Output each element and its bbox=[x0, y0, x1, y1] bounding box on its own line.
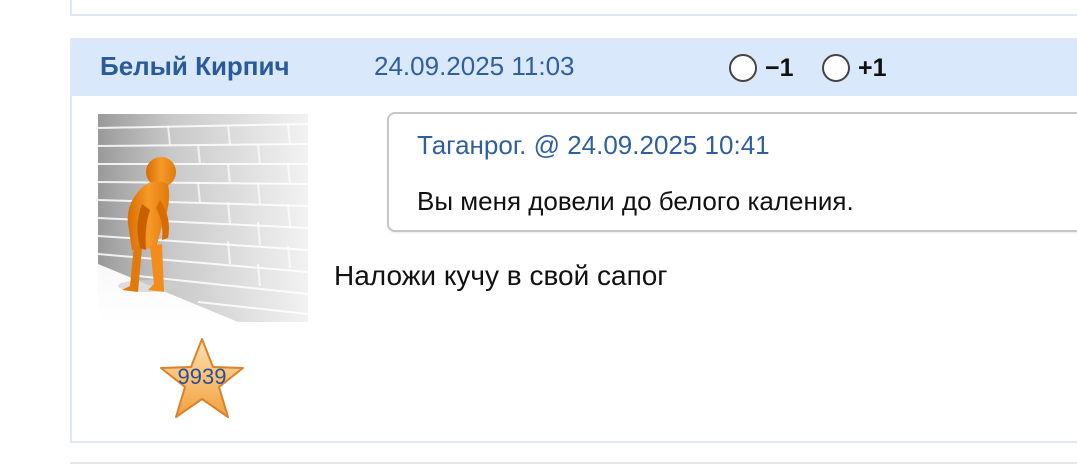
forum-post: Белый Кирпич 24.09.2025 11:03 −1 +1 9939… bbox=[70, 38, 1077, 443]
post-timestamp[interactable]: 24.09.2025 11:03 bbox=[374, 51, 574, 82]
vote-plus-radio[interactable] bbox=[822, 54, 850, 82]
vote-minus-radio[interactable] bbox=[729, 54, 757, 82]
vote-minus-option[interactable]: −1 bbox=[729, 51, 794, 85]
quote-text: Вы меня довели до белого каления. bbox=[417, 186, 854, 216]
rating-value: 9939 bbox=[177, 364, 227, 389]
vote-minus-label: −1 bbox=[765, 53, 794, 82]
vote-plus-option[interactable]: +1 bbox=[822, 51, 887, 85]
quote-source[interactable]: Таганрог. @ 24.09.2025 10:41 bbox=[417, 130, 770, 161]
avatar-image bbox=[98, 114, 308, 322]
post-body: Наложи кучу в свой сапог bbox=[334, 260, 668, 291]
vote-plus-label: +1 bbox=[858, 53, 887, 82]
author-name[interactable]: Белый Кирпич bbox=[100, 51, 290, 82]
quoted-message: Таганрог. @ 24.09.2025 10:41 Вы меня дов… bbox=[387, 112, 1077, 232]
avatar[interactable] bbox=[98, 114, 308, 322]
previous-post-edge bbox=[70, 0, 1077, 16]
rating-badge: 9939 bbox=[159, 336, 245, 420]
post-header: Белый Кирпич 24.09.2025 11:03 −1 +1 bbox=[72, 40, 1077, 96]
